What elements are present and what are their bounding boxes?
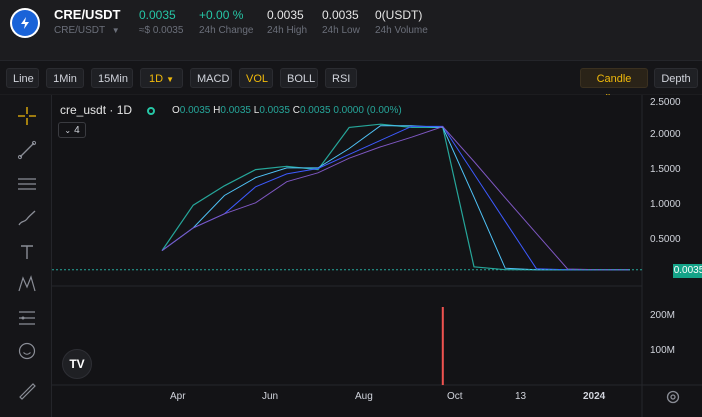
high-label: 24h High <box>267 25 308 36</box>
tradingview-logo[interactable]: TV <box>62 349 92 379</box>
y-tick: 1.0000 <box>650 199 681 210</box>
ticker-header: CRE/USDT CRE/USDT ▼ 0.0035 ≈$ 0.0035 +0.… <box>0 0 702 46</box>
fib-icon[interactable] <box>16 307 38 329</box>
change-label: 24h Change <box>199 25 254 36</box>
y-tick: 1.5000 <box>650 164 681 175</box>
status-dot-icon <box>147 106 156 115</box>
change-value: +0.00 % <box>199 8 244 22</box>
pair-title[interactable]: CRE/USDT <box>54 7 120 22</box>
l-value: 0.0035 <box>259 105 290 116</box>
x-tick: Oct <box>447 391 463 402</box>
price-series-line <box>161 123 630 271</box>
caret-down-icon: ▼ <box>166 75 175 84</box>
horizontal-lines-icon[interactable] <box>16 173 38 195</box>
1min-button[interactable]: 1Min <box>46 68 84 88</box>
lightning-icon <box>12 10 38 36</box>
low-value: 0.0035 <box>322 8 359 22</box>
price-usd: ≈$ 0.0035 <box>139 25 184 36</box>
pair-sub-label: CRE/USDT <box>54 25 105 36</box>
volume-tick: 200M <box>650 310 676 321</box>
boll-button[interactable]: BOLL <box>280 68 318 88</box>
volume-value: 0(USDT) <box>375 8 423 22</box>
moving-average-line-2 <box>161 125 630 271</box>
y-tick: 0.5000 <box>650 234 681 245</box>
15min-button[interactable]: 15Min <box>91 68 133 88</box>
vol-button[interactable]: VOL <box>239 68 273 88</box>
macd-button[interactable]: MACD <box>190 68 232 88</box>
volume-tick: 100M <box>650 345 676 356</box>
h-value: 0.0035 <box>220 105 251 116</box>
pattern-icon[interactable] <box>16 273 38 295</box>
c-value: 0.0035 <box>299 105 331 116</box>
coin-logo <box>10 8 40 38</box>
ohlc-legend: O0.0035 H0.0035 L0.0035 C0.0035 0.0000 (… <box>172 105 402 116</box>
depth-button[interactable]: Depth <box>654 68 698 88</box>
y-tick: 2.0000 <box>650 129 681 140</box>
volume-bar <box>441 307 444 385</box>
symbol-text: cre_usdt · 1D <box>60 103 133 117</box>
chart-toolbar: Line 1Min 15Min 1D ▼ MACD VOL BOLL RSI C… <box>0 60 702 105</box>
low-label: 24h Low <box>322 25 360 36</box>
y-tick: 2.5000 <box>650 97 681 108</box>
volume-label: 24h Volume <box>375 25 428 36</box>
c-label: C <box>292 105 300 116</box>
chevron-down-icon: ▼ <box>111 26 120 35</box>
brush-icon[interactable] <box>16 207 38 229</box>
indicator-count: 4 <box>74 124 80 136</box>
moving-average-line-3 <box>161 126 631 271</box>
1d-button[interactable]: 1D ▼ <box>140 68 183 88</box>
candle-line-button[interactable]: Candle line <box>580 68 648 105</box>
1d-label: 1D <box>148 73 164 85</box>
rsi-button[interactable]: RSI <box>325 68 357 88</box>
high-value: 0.0035 <box>267 8 304 22</box>
line-button[interactable]: Line <box>6 68 39 88</box>
price-chart[interactable]: cre_usdt · 1D O0.0035 H0.0035 L0.0035 C0… <box>52 95 702 417</box>
x-tick: Apr <box>170 391 186 402</box>
gear-icon[interactable] <box>665 389 681 405</box>
last-price-tag: 0.0035 <box>673 264 702 278</box>
chevron-down-icon: ⌄ <box>64 125 72 135</box>
crosshair-icon[interactable] <box>16 105 38 127</box>
x-tick: Jun <box>262 391 279 402</box>
change-value: 0.0000 (0.00%) <box>333 105 402 116</box>
symbol-label: cre_usdt · 1D <box>60 103 156 117</box>
o-label: O <box>172 105 180 116</box>
emoji-icon[interactable] <box>16 340 38 362</box>
pair-selector[interactable]: CRE/USDT ▼ <box>54 25 120 36</box>
drawing-toolbar <box>0 95 52 417</box>
indicators-toggle[interactable]: ⌄ 4 <box>58 122 86 138</box>
ruler-icon[interactable] <box>16 380 38 402</box>
x-tick: 13 <box>515 391 527 402</box>
moving-average-line-1 <box>161 125 630 271</box>
o-value: 0.0035 <box>179 105 211 116</box>
text-icon[interactable] <box>16 241 38 263</box>
x-tick: 2024 <box>583 391 606 402</box>
chart-canvas[interactable] <box>52 95 702 417</box>
last-price: 0.0035 <box>139 8 176 22</box>
x-tick: Aug <box>355 391 373 402</box>
trend-line-icon[interactable] <box>16 139 38 161</box>
